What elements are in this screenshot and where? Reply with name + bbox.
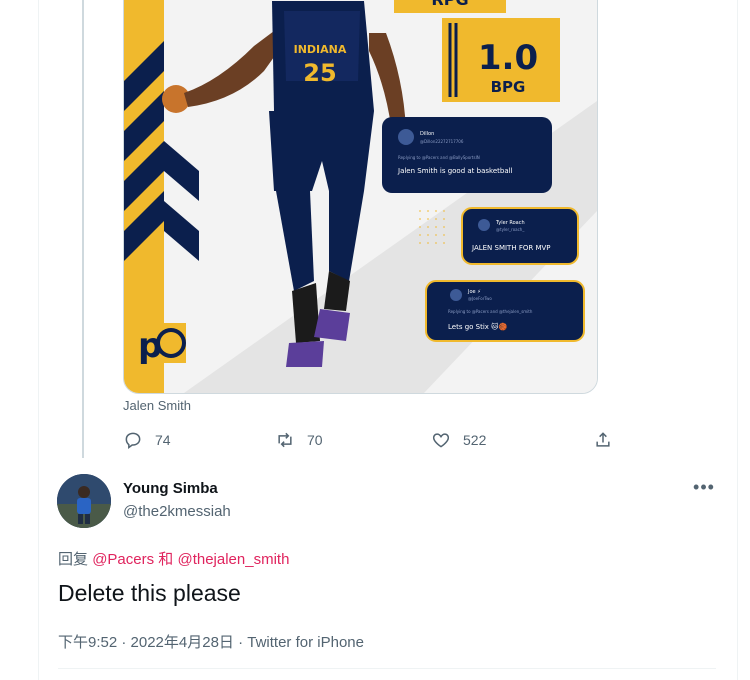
avatar-image bbox=[57, 474, 111, 528]
svg-text:JALEN SMITH FOR MVP: JALEN SMITH FOR MVP bbox=[471, 244, 551, 252]
like-button[interactable]: 522 bbox=[431, 428, 486, 452]
like-count: 522 bbox=[463, 432, 487, 448]
pacers-graphic: p RPG 1.0 BPG INDIANA 25 bbox=[124, 0, 597, 393]
svg-text:Replying to @Pacers and @theja: Replying to @Pacers and @thejalen_smith bbox=[448, 309, 533, 314]
conjunction: 和 bbox=[158, 551, 174, 568]
svg-text:Replying to @Pacers and @Bally: Replying to @Pacers and @BallySportsIN bbox=[398, 155, 480, 160]
reply-button[interactable]: 74 bbox=[123, 428, 171, 452]
divider bbox=[58, 668, 716, 669]
chat-bubble-2: Tyler Roach @tyler_roach_ JALEN SMITH FO… bbox=[461, 207, 579, 265]
replying-to-prefix: 回复 bbox=[58, 551, 89, 568]
heart-icon bbox=[432, 433, 450, 448]
reply-tweet-text: Delete this please bbox=[58, 580, 241, 606]
tweet-media-image[interactable]: p RPG 1.0 BPG INDIANA 25 bbox=[123, 0, 598, 394]
replying-to-line: 回复 @Pacers 和 @thejalen_smith bbox=[58, 548, 289, 569]
chat-bubble-3: Joe ⚡ @JoeForTwo Replying to @Pacers and… bbox=[425, 280, 585, 342]
reply-display-name[interactable]: Young Simba bbox=[123, 480, 218, 497]
retweet-button[interactable]: 70 bbox=[275, 428, 323, 452]
svg-text:Tyler Roach: Tyler Roach bbox=[495, 220, 525, 226]
column-border-left bbox=[38, 0, 39, 680]
svg-text:Dillon: Dillon bbox=[420, 131, 434, 137]
more-options-icon[interactable]: ••• bbox=[692, 478, 716, 500]
column-border-right bbox=[737, 0, 738, 680]
jersey-number: 25 bbox=[303, 59, 336, 87]
svg-text:Jalen Smith is good at basketb: Jalen Smith is good at basketball bbox=[397, 167, 513, 175]
tweet-timestamp[interactable]: 下午9:52 · 2022年4月28日 · Twitter for iPhone bbox=[58, 631, 364, 652]
svg-text:@tyler_roach_: @tyler_roach_ bbox=[496, 227, 525, 232]
share-button[interactable] bbox=[593, 428, 613, 452]
thread-connector-line bbox=[82, 0, 84, 458]
stat-bpg-value: 1.0 bbox=[478, 38, 538, 78]
tweet-action-bar: 74 70 522 bbox=[123, 428, 623, 452]
retweet-count: 70 bbox=[307, 432, 323, 448]
reply-count: 74 bbox=[155, 432, 171, 448]
share-icon bbox=[596, 432, 610, 447]
svg-text:Lets go Stix 🐱🏀: Lets go Stix 🐱🏀 bbox=[448, 322, 507, 331]
svg-text:@Dillon22272717706: @Dillon22272717706 bbox=[420, 139, 464, 144]
reply-icon bbox=[125, 432, 141, 449]
media-caption: Jalen Smith bbox=[123, 398, 191, 413]
mention-link-pacers[interactable]: @Pacers bbox=[92, 551, 154, 568]
svg-text:Joe ⚡: Joe ⚡ bbox=[467, 289, 481, 295]
stat-rpg-label: RPG bbox=[431, 0, 468, 9]
reply-handle[interactable]: @the2kmessiah bbox=[123, 503, 231, 520]
svg-text:@JoeForTwo: @JoeForTwo bbox=[468, 296, 492, 301]
stat-bpg-label: BPG bbox=[491, 78, 526, 96]
avatar[interactable] bbox=[57, 474, 111, 528]
pacers-logo: p bbox=[134, 323, 186, 366]
chat-bubble-1: Dillon @Dillon22272717706 Replying to @P… bbox=[382, 117, 552, 193]
jersey-team: INDIANA bbox=[294, 43, 347, 56]
retweet-icon bbox=[278, 432, 292, 448]
mention-link-thejalen-smith[interactable]: @thejalen_smith bbox=[177, 551, 289, 568]
